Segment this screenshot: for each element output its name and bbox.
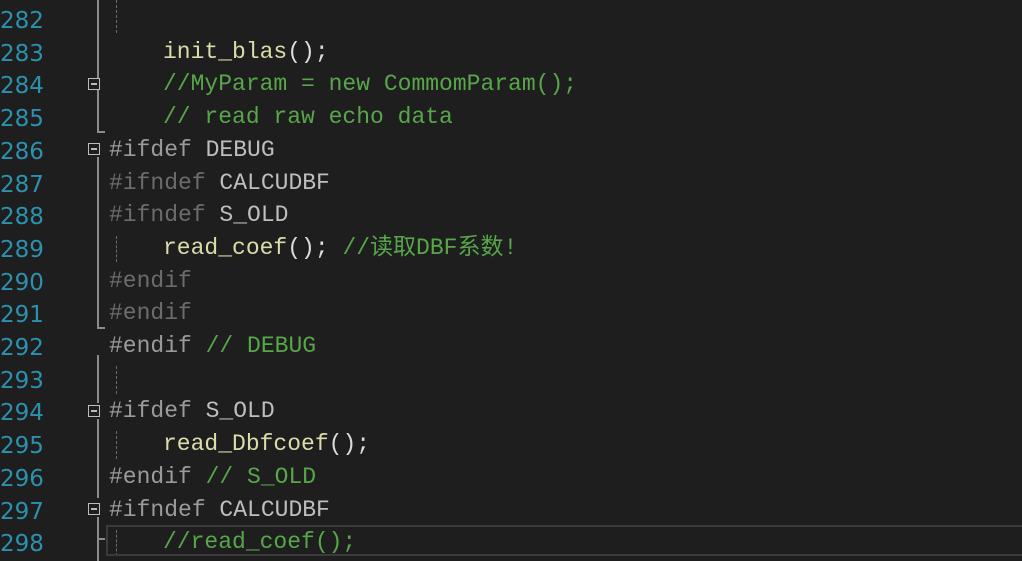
code-line[interactable]: 297 #ifndef CALCUDBF: [0, 494, 1022, 527]
line-number: 286: [0, 138, 44, 165]
code-text: #endif // S_OLD: [109, 461, 316, 494]
code-token: //读取DBF系数!: [342, 234, 518, 261]
line-number: 296: [0, 465, 44, 492]
line-number: 298: [0, 531, 44, 558]
code-text: #ifndef CALCUDBF: [109, 494, 330, 527]
code-token: #ifndef: [109, 496, 206, 523]
code-token: S_OLD: [191, 398, 275, 425]
line-number: 294: [0, 400, 44, 427]
line-number: 297: [0, 498, 44, 525]
code-text: #ifdef S_OLD: [109, 395, 275, 428]
code-line[interactable]: 288 #ifndef S_OLD: [0, 199, 1022, 232]
line-number: 289: [0, 236, 44, 263]
code-token: CALCUDBF: [205, 496, 330, 523]
code-line[interactable]: 285 // read raw echo data: [0, 101, 1022, 134]
code-text: read_coef(); //读取DBF系数!: [109, 232, 517, 265]
code-text: #ifndef S_OLD: [109, 199, 288, 232]
code-token: #ifdef: [109, 136, 192, 163]
code-token: read_coef: [163, 234, 288, 261]
code-token: S_OLD: [205, 202, 289, 229]
code-line[interactable]: 284 //MyParam = new CommomParam();: [0, 68, 1022, 101]
code-token: #ifndef: [109, 169, 206, 196]
line-number: 285: [0, 106, 44, 133]
code-line[interactable]: 298 //read_coef();: [0, 526, 1022, 559]
code-text: #endif: [109, 297, 192, 330]
line-number: 282: [0, 8, 44, 34]
line-number: 290: [0, 269, 44, 296]
code-line[interactable]: 294 #ifdef S_OLD: [0, 395, 1022, 428]
code-token: #endif: [109, 333, 192, 359]
code-text: #endif // DEBUG: [109, 330, 316, 363]
code-token: //read_coef();: [163, 529, 357, 556]
line-number: 291: [0, 302, 44, 329]
code-line[interactable]: 287 #ifndef CALCUDBF: [0, 167, 1022, 200]
code-token: #endif: [109, 267, 192, 294]
code-editor[interactable]: 282 283 init_blas(); 284//MyParam = new Com…: [0, 0, 1022, 561]
code-line[interactable]: 283 init_blas();: [0, 36, 1022, 69]
code-token: // DEBUG: [191, 333, 317, 359]
code-text: #ifndef CALCUDBF: [109, 167, 330, 200]
line-number: 295: [0, 433, 44, 460]
code-token: //MyParam = new CommomParam();: [163, 71, 578, 98]
code-line[interactable]: 286 #ifdef DEBUG: [0, 134, 1022, 167]
line-number: 293: [0, 367, 44, 394]
code-token: read_Dbfcoef: [163, 431, 329, 458]
line-number: 292: [0, 335, 44, 361]
code-text: #endif: [109, 265, 192, 298]
code-text: //MyParam = new CommomParam();: [109, 68, 577, 101]
code-token: // S_OLD: [191, 463, 317, 490]
code-line[interactable]: 289 read_coef(); //读取DBF系数!: [0, 232, 1022, 265]
line-number: 287: [0, 171, 44, 198]
code-line[interactable]: 282: [0, 3, 1022, 36]
code-token: ();: [287, 234, 343, 261]
code-token: DEBUG: [191, 136, 275, 163]
code-token: init_blas: [163, 38, 288, 65]
code-token: #ifdef: [109, 398, 192, 425]
code-token: #endif: [109, 463, 192, 490]
code-token: ();: [328, 431, 371, 458]
code-token: #endif: [109, 300, 192, 327]
code-line[interactable]: 290 #endif: [0, 265, 1022, 298]
code-text: init_blas();: [109, 36, 329, 69]
code-line[interactable]: 293: [0, 363, 1022, 396]
code-line[interactable]: 291 #endif: [0, 297, 1022, 330]
code-text: //read_coef();: [109, 526, 356, 559]
code-token: CALCUDBF: [205, 169, 330, 196]
code-line[interactable]: 295 read_Dbfcoef();: [0, 428, 1022, 461]
code-text: read_Dbfcoef();: [109, 428, 370, 461]
code-text: // read raw echo data: [109, 101, 453, 134]
code-line[interactable]: 296 #endif // S_OLD: [0, 461, 1022, 494]
code-text: #ifdef DEBUG: [109, 134, 275, 167]
code-token: #ifndef: [109, 202, 206, 229]
line-number: 288: [0, 204, 44, 231]
code-token: // read raw echo data: [163, 104, 453, 131]
line-number: 284: [0, 73, 44, 100]
line-number: 283: [0, 40, 44, 67]
code-line[interactable]: 292 #endif // DEBUG: [0, 330, 1022, 363]
code-token: ();: [287, 38, 329, 65]
